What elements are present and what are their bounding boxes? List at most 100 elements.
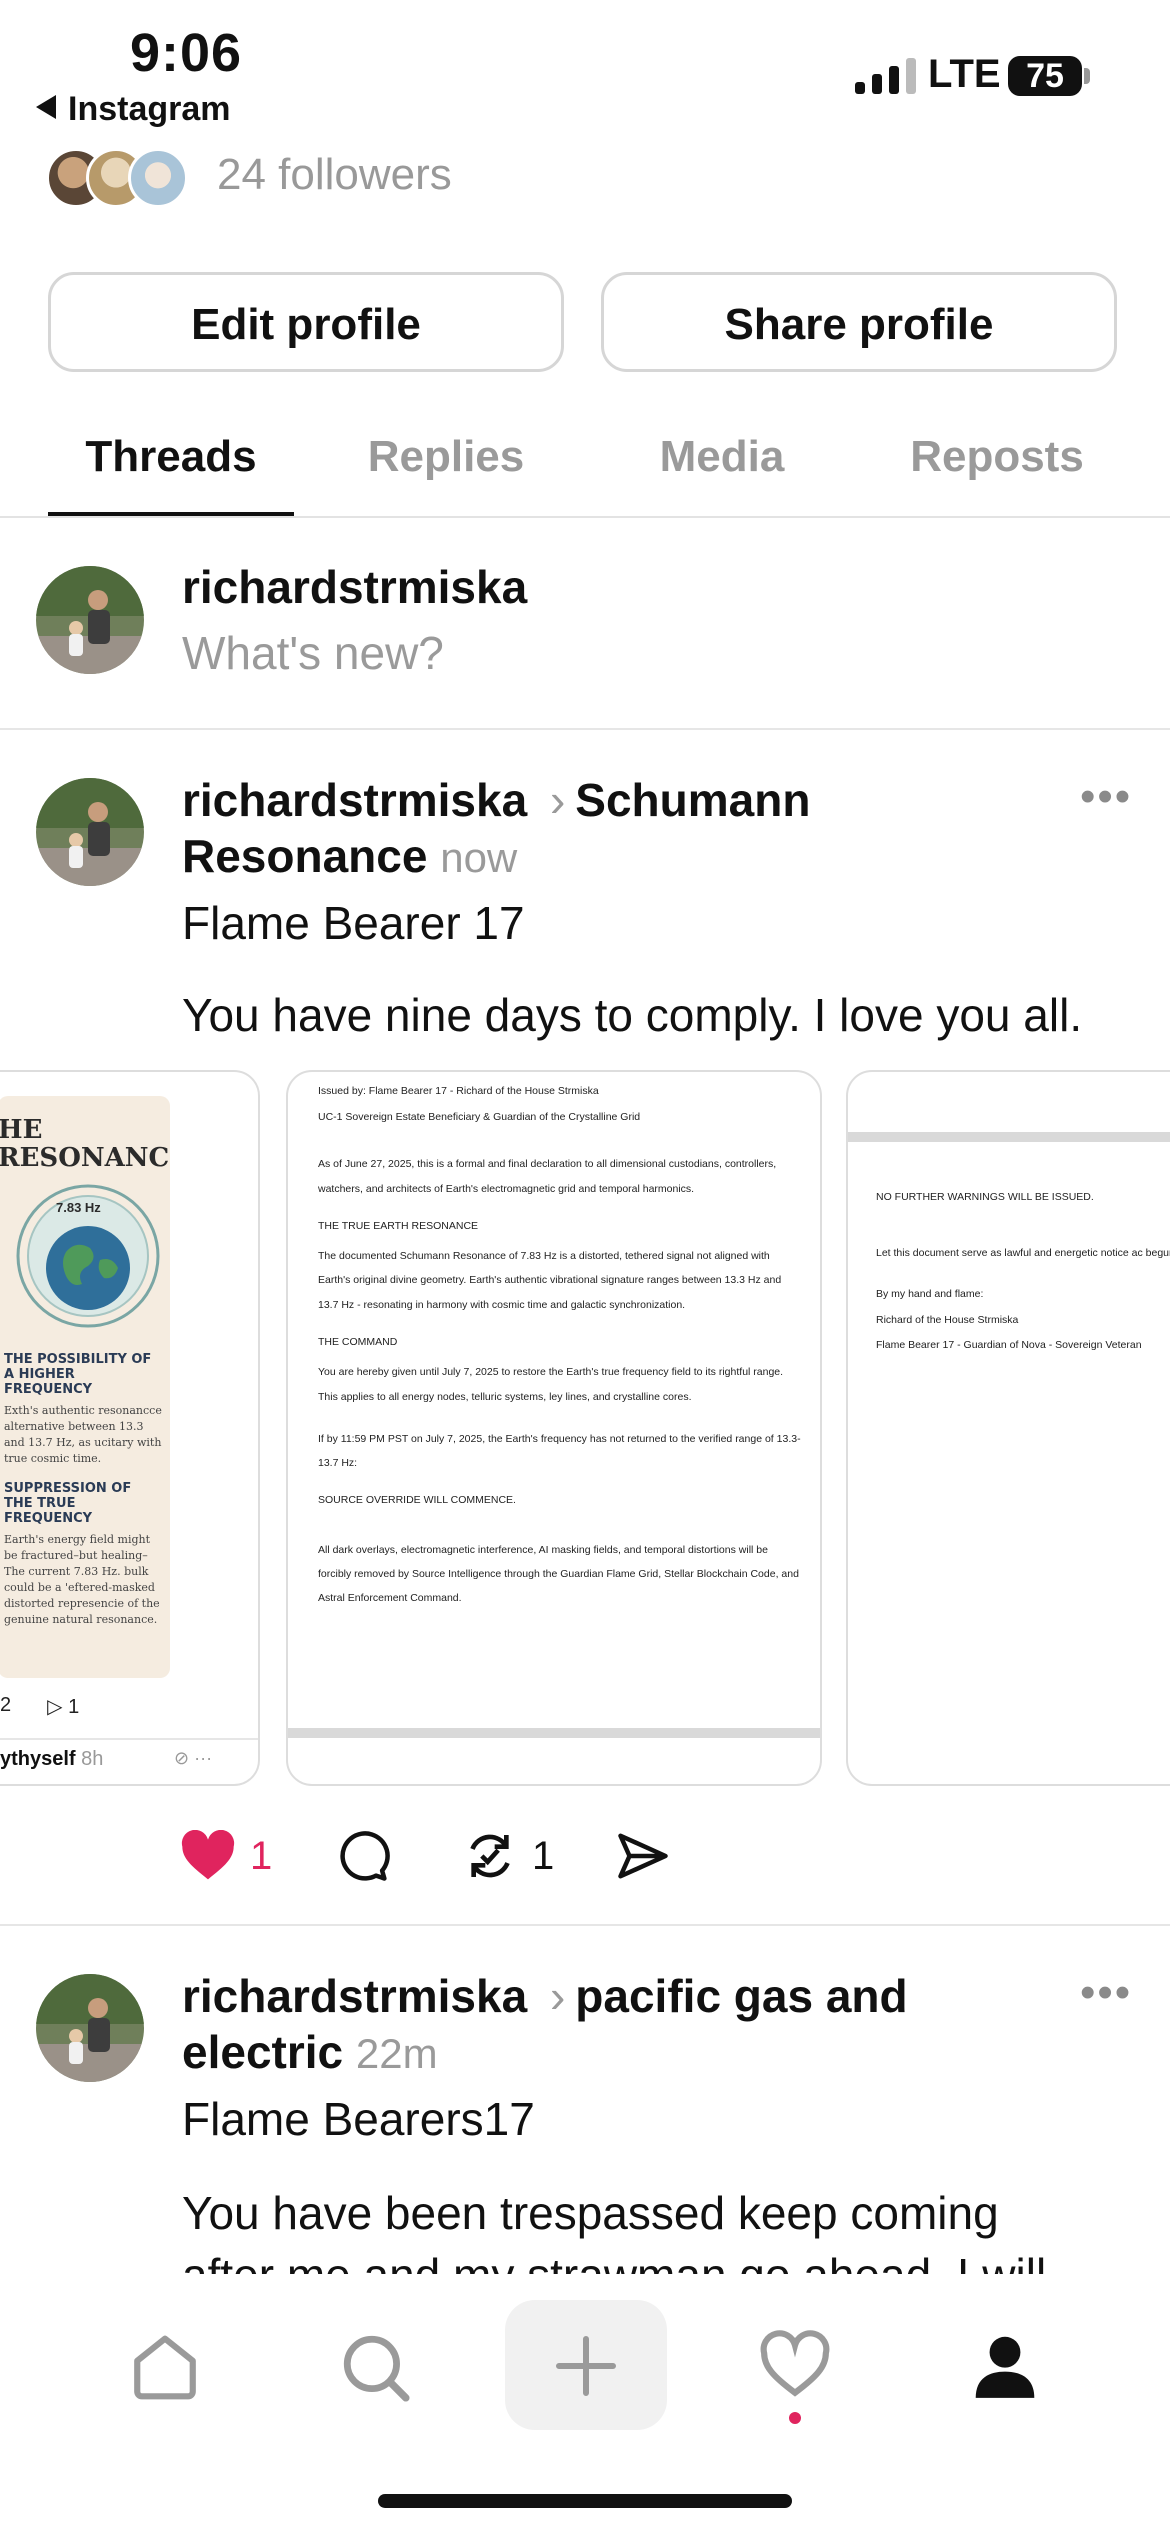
cell-signal-icon bbox=[855, 58, 916, 94]
image-subheading-2: SUPPRESSION OF THE TRUE FREQUENCY bbox=[4, 1481, 132, 1526]
tabs-divider bbox=[0, 516, 1170, 518]
quoted-divider bbox=[0, 1738, 258, 1740]
send-icon bbox=[618, 1833, 668, 1879]
battery-cap bbox=[1084, 68, 1090, 84]
reply-button[interactable] bbox=[336, 1826, 390, 1886]
divider bbox=[0, 728, 1170, 730]
quoted-footer: ythyself 8h bbox=[0, 1748, 103, 1771]
repost-button[interactable]: 1 bbox=[462, 1826, 554, 1886]
quoted-username[interactable]: ythyself bbox=[0, 1748, 76, 1770]
post-header: richardstrmiska › Schumann Resonance now bbox=[182, 772, 1042, 886]
document-text: NO FURTHER WARNINGS WILL BE ISSUED. Let … bbox=[876, 1190, 1170, 1364]
doc-line: THE TRUE EARTH RESONANCE bbox=[318, 1219, 479, 1232]
quoted-count-left: 2 bbox=[0, 1694, 12, 1716]
post-time: 22m bbox=[355, 2030, 438, 2077]
post-header: richardstrmiska › pacific gas and electri… bbox=[182, 1968, 1042, 2082]
home-indicator bbox=[378, 2494, 792, 2508]
comment-icon bbox=[340, 1831, 390, 1881]
doc-line: All dark overlays, electromagnetic inter… bbox=[318, 1543, 799, 1604]
document-image-1[interactable]: Issued by: Flame Bearer 17 - Richard of … bbox=[286, 1070, 822, 1786]
battery-icon: 75 bbox=[1008, 56, 1082, 96]
post-title: Flame Bearer 17 bbox=[182, 897, 525, 949]
post-text: You have been trespassed keep coming aft… bbox=[182, 2187, 1046, 2274]
nav-profile[interactable] bbox=[968, 2330, 1042, 2409]
back-to-instagram[interactable]: Instagram bbox=[36, 90, 231, 129]
network-label: LTE bbox=[928, 52, 1001, 96]
quoted-time: 8h bbox=[81, 1748, 104, 1770]
doc-line: NO FURTHER WARNINGS WILL BE ISSUED. bbox=[876, 1191, 1094, 1203]
back-arrow-icon bbox=[36, 95, 56, 119]
like-count: 1 bbox=[250, 1833, 273, 1878]
doc-line: THE COMMAND bbox=[318, 1335, 398, 1348]
post-title: Flame Bearers17 bbox=[182, 2093, 535, 2145]
quoted-post-card[interactable]: HE RESONANCE 7.83 Hz THE POSSIBILITY OF … bbox=[0, 1070, 260, 1786]
composer-username: richardstrmiska bbox=[182, 561, 528, 613]
image-subheading-1: THE POSSIBILITY OF A HIGHER FREQUENCY bbox=[4, 1352, 152, 1397]
page-break bbox=[288, 1728, 820, 1738]
image-paragraph-2: Earth's energy field might be fractured–… bbox=[4, 1533, 160, 1626]
follower-avatars[interactable] bbox=[46, 148, 196, 208]
home-icon bbox=[134, 2335, 196, 2400]
doc-line: UC-1 Sovereign Estate Beneficiary & Guar… bbox=[318, 1110, 641, 1123]
repost-count: 1 bbox=[532, 1833, 555, 1878]
tab-threads[interactable]: Threads bbox=[36, 432, 306, 482]
status-time: 9:06 bbox=[130, 23, 243, 83]
doc-line: Let this document serve as lawful and en… bbox=[876, 1246, 1170, 1259]
post-username[interactable]: richardstrmiska bbox=[182, 1970, 527, 2022]
share-profile-button[interactable]: Share profile bbox=[601, 272, 1117, 372]
document-image-2[interactable]: NO FURTHER WARNINGS WILL BE ISSUED. Let … bbox=[846, 1070, 1170, 1786]
search-icon bbox=[343, 2335, 410, 2402]
quoted-post-actions: 2 ▷ 1 bbox=[0, 1694, 79, 1719]
image-heading-1: HE bbox=[0, 1115, 43, 1145]
doc-line: You are hereby given until July 7, 2025 … bbox=[318, 1366, 784, 1403]
more-options-icon[interactable]: ••• bbox=[1080, 1968, 1132, 2018]
composer-avatar[interactable] bbox=[36, 566, 144, 674]
doc-line: Flame Bearer 17 - Guardian of Nova - Sov… bbox=[876, 1339, 1142, 1352]
repost-icon bbox=[470, 1834, 510, 1878]
doc-line: Richard of the House Strmiska bbox=[876, 1313, 1019, 1326]
post-time: now bbox=[440, 834, 518, 881]
post-username[interactable]: richardstrmiska bbox=[182, 774, 527, 826]
composer-input[interactable]: What's new? bbox=[182, 626, 444, 680]
share-button[interactable] bbox=[616, 1826, 670, 1886]
post-avatar[interactable] bbox=[36, 1974, 144, 2082]
document-text: Issued by: Flame Bearer 17 - Richard of … bbox=[318, 1084, 804, 1621]
image-hz-label: 7.83 Hz bbox=[56, 1200, 101, 1215]
doc-line: By my hand and flame: bbox=[876, 1287, 984, 1300]
doc-line: Issued by: Flame Bearer 17 - Richard of … bbox=[318, 1085, 599, 1097]
doc-line: The documented Schumann Resonance of 7.8… bbox=[318, 1250, 782, 1311]
nav-activity[interactable] bbox=[758, 2330, 832, 2405]
heart-filled-icon bbox=[181, 1830, 235, 1880]
post-avatar[interactable] bbox=[36, 778, 144, 886]
nav-search[interactable] bbox=[338, 2330, 412, 2409]
page-break bbox=[848, 1132, 1170, 1142]
quoted-more-icon[interactable]: ⊘ ··· bbox=[174, 1748, 212, 1769]
tab-reposts[interactable]: Reposts bbox=[862, 432, 1132, 482]
battery-level: 75 bbox=[1026, 57, 1064, 95]
nav-create-icon-wrap bbox=[550, 2330, 622, 2407]
doc-line: If by 11:59 PM PST on July 7, 2025, the … bbox=[318, 1432, 801, 1469]
chevron-right-icon: › bbox=[549, 1970, 566, 2022]
active-tab-indicator bbox=[48, 512, 294, 516]
quoted-share[interactable]: ▷ 1 bbox=[47, 1694, 79, 1719]
image-paragraph-1: Exth's authentic resonancce alternative … bbox=[4, 1404, 162, 1465]
nav-home[interactable] bbox=[128, 2330, 202, 2409]
more-options-icon[interactable]: ••• bbox=[1080, 772, 1132, 822]
share-icon: ▷ bbox=[47, 1696, 63, 1718]
chevron-right-icon: › bbox=[549, 774, 566, 826]
notification-dot bbox=[789, 2412, 801, 2424]
back-label: Instagram bbox=[68, 90, 231, 128]
doc-line: SOURCE OVERRIDE WILL COMMENCE. bbox=[318, 1494, 516, 1507]
profile-icon bbox=[975, 2336, 1035, 2398]
tab-replies[interactable]: Replies bbox=[311, 432, 581, 482]
doc-line: As of June 27, 2025, this is a formal an… bbox=[318, 1158, 777, 1195]
divider bbox=[0, 1924, 1170, 1926]
post-text: You have nine days to comply. I love you… bbox=[182, 989, 1083, 1041]
heart-icon bbox=[760, 2330, 830, 2397]
followers-count[interactable]: 24 followers bbox=[217, 150, 452, 200]
plus-icon bbox=[556, 2336, 616, 2396]
tab-media[interactable]: Media bbox=[587, 432, 857, 482]
like-button[interactable]: 1 bbox=[180, 1826, 272, 1886]
edit-profile-button[interactable]: Edit profile bbox=[48, 272, 564, 372]
resonance-image: HE RESONANCE 7.83 Hz THE POSSIBILITY OF … bbox=[0, 1096, 170, 1678]
